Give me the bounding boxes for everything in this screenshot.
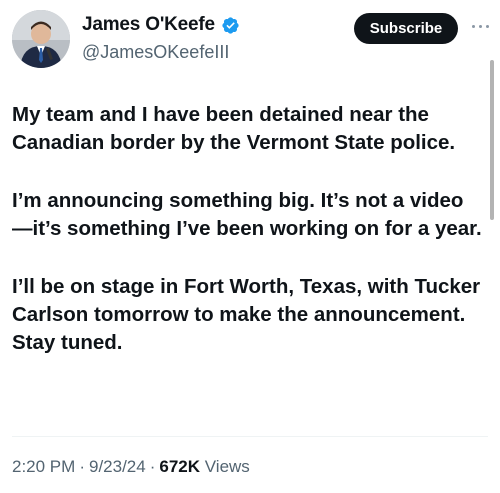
verified-badge-icon (222, 16, 239, 34)
avatar[interactable] (12, 10, 70, 68)
tweet-paragraph: My team and I have been detained near th… (12, 103, 456, 154)
subscribe-button[interactable]: Subscribe (354, 13, 458, 44)
tweet-paragraph: I’ll be on stage in Fort Worth, Texas, w… (12, 275, 481, 354)
tweet-paragraph: I’m announcing something big. It’s not a… (12, 189, 482, 240)
more-options-icon[interactable] (470, 20, 492, 34)
separator-dot: · (149, 457, 156, 476)
scrollbar[interactable] (490, 60, 494, 220)
tweet-text: My team and I have been detained near th… (12, 101, 482, 387)
author-display-name[interactable]: James O'Keefe (82, 14, 215, 36)
views-label: Views (204, 457, 250, 476)
separator-dot: · (79, 457, 85, 476)
tweet: James O'Keefe @JamesOKeefeIII Subscribe … (0, 0, 500, 493)
avatar-image (12, 10, 70, 68)
divider (12, 436, 488, 437)
tweet-time[interactable]: 2:20 PM (12, 457, 75, 476)
views-count: 672K (159, 457, 201, 476)
tweet-metadata: 2:20 PM · 9/23/24 · 672K Views (12, 457, 250, 477)
author-handle[interactable]: @JamesOKeefeIII (82, 42, 229, 63)
tweet-date[interactable]: 9/23/24 (89, 457, 146, 476)
author-name-row[interactable]: James O'Keefe (82, 14, 240, 36)
